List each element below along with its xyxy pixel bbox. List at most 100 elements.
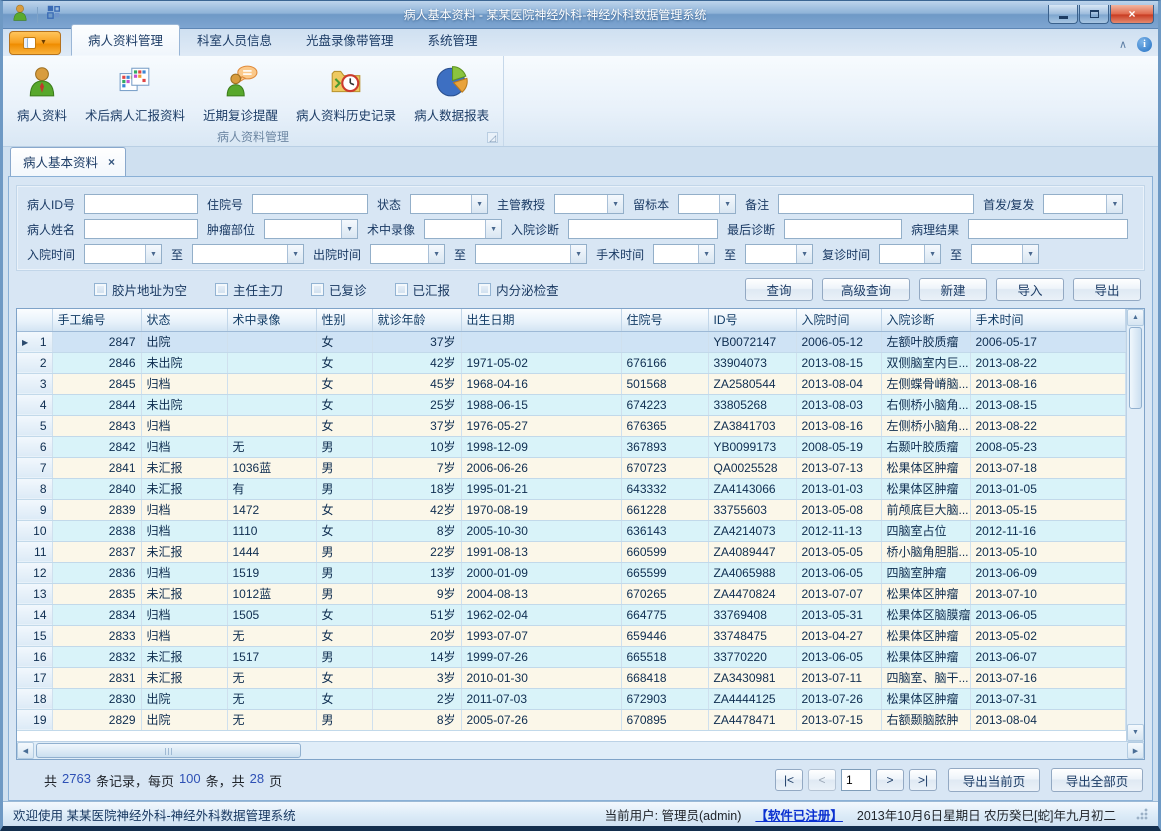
row-indicator[interactable]: 7 [17, 457, 52, 478]
cell-id-no[interactable]: 33770220 [708, 646, 796, 667]
specimen-kept-combo[interactable]: ▼ [678, 194, 736, 214]
cell-admission-date[interactable]: 2006-05-12 [796, 331, 881, 352]
cell-manual-no[interactable]: 2830 [52, 688, 141, 709]
cell-gender[interactable]: 女 [316, 415, 372, 436]
cell-hospital-no[interactable]: 676166 [621, 352, 708, 373]
column-header-surgery-video[interactable]: 术中录像 [227, 309, 316, 331]
cell-surgery-video[interactable] [227, 352, 316, 373]
app-logo-icon[interactable] [11, 3, 29, 26]
cell-surgery-date[interactable]: 2013-08-16 [970, 373, 1126, 394]
advanced-query-button[interactable]: 高级查询 [822, 278, 910, 301]
ribbon-tab-patient-management[interactable]: 病人资料管理 [71, 24, 180, 56]
cell-hospital-no[interactable]: 659446 [621, 625, 708, 646]
cell-birth-date[interactable]: 1998-12-09 [461, 436, 621, 457]
cell-surgery-date[interactable]: 2013-06-05 [970, 604, 1126, 625]
cell-surgery-date[interactable]: 2012-11-16 [970, 520, 1126, 541]
dialog-launcher-icon[interactable]: ◿ [487, 132, 498, 143]
cell-birth-date[interactable]: 1988-06-15 [461, 394, 621, 415]
admission-diagnosis-input[interactable] [568, 219, 718, 239]
cell-birth-date[interactable]: 2000-01-09 [461, 562, 621, 583]
table-row[interactable]: 112837未汇报1444男22岁1991-08-13660599ZA40894… [17, 541, 1126, 562]
chevron-down-icon[interactable]: ▼ [719, 195, 735, 213]
minimize-button[interactable] [1048, 5, 1078, 24]
cell-surgery-video[interactable]: 1036蓝 [227, 457, 316, 478]
cell-status[interactable]: 未汇报 [141, 646, 227, 667]
cell-hospital-no[interactable]: 665599 [621, 562, 708, 583]
patient-name-input[interactable] [84, 219, 198, 239]
cell-admission-diagnosis[interactable]: 左侧桥小脑角... [881, 415, 970, 436]
column-header-admission-diagnosis[interactable]: 入院诊断 [881, 309, 970, 331]
table-row[interactable]: 132835未汇报1012蓝男9岁2004-08-13670265ZA44708… [17, 583, 1126, 604]
cell-admission-date[interactable]: 2008-05-19 [796, 436, 881, 457]
cell-manual-no[interactable]: 2833 [52, 625, 141, 646]
chief-professor-combo[interactable]: ▼ [554, 194, 624, 214]
cell-birth-date[interactable]: 2005-10-30 [461, 520, 621, 541]
cell-admission-diagnosis[interactable]: 松果体区脑膜瘤 [881, 604, 970, 625]
cell-gender[interactable]: 男 [316, 646, 372, 667]
last-page-button[interactable]: >| [909, 769, 937, 791]
cell-surgery-video[interactable]: 1012蓝 [227, 583, 316, 604]
query-button[interactable]: 查询 [745, 278, 813, 301]
history-records-button[interactable]: 病人资料历史记录 [288, 61, 404, 127]
chevron-down-icon[interactable]: ▼ [145, 245, 161, 263]
cell-surgery-date[interactable]: 2013-06-09 [970, 562, 1126, 583]
cell-manual-no[interactable]: 2841 [52, 457, 141, 478]
cell-surgery-video[interactable] [227, 373, 316, 394]
cell-gender[interactable]: 男 [316, 709, 372, 730]
cell-birth-date[interactable]: 2010-01-30 [461, 667, 621, 688]
cell-surgery-video[interactable]: 无 [227, 709, 316, 730]
cell-surgery-date[interactable]: 2006-05-17 [970, 331, 1126, 352]
chevron-down-icon[interactable]: ▼ [485, 220, 501, 238]
tab-close-icon[interactable]: × [108, 155, 115, 169]
first-or-recurrence-combo[interactable]: ▼ [1043, 194, 1123, 214]
column-header-id-no[interactable]: ID号 [708, 309, 796, 331]
cell-hospital-no[interactable]: 501568 [621, 373, 708, 394]
cell-admission-diagnosis[interactable]: 松果体区肿瘤 [881, 457, 970, 478]
cell-manual-no[interactable]: 2832 [52, 646, 141, 667]
cell-admission-diagnosis[interactable]: 松果体区肿瘤 [881, 646, 970, 667]
cell-surgery-video[interactable]: 1519 [227, 562, 316, 583]
cell-surgery-date[interactable]: 2013-01-05 [970, 478, 1126, 499]
cell-surgery-video[interactable] [227, 394, 316, 415]
cell-admission-diagnosis[interactable]: 四脑室肿瘤 [881, 562, 970, 583]
cell-visit-age[interactable]: 20岁 [372, 625, 461, 646]
cell-visit-age[interactable]: 37岁 [372, 415, 461, 436]
cell-birth-date[interactable]: 1971-05-02 [461, 352, 621, 373]
cell-id-no[interactable]: ZA4214073 [708, 520, 796, 541]
row-indicator[interactable]: 13 [17, 583, 52, 604]
prev-page-button[interactable]: < [808, 769, 836, 791]
cell-surgery-date[interactable]: 2013-07-16 [970, 667, 1126, 688]
cell-visit-age[interactable]: 8岁 [372, 520, 461, 541]
row-indicator[interactable]: 8 [17, 478, 52, 499]
cell-admission-diagnosis[interactable]: 右额颞脑脓肿 [881, 709, 970, 730]
vertical-scroll-track[interactable] [1127, 410, 1144, 724]
cell-surgery-video[interactable]: 1110 [227, 520, 316, 541]
table-row[interactable]: 122836归档1519男13岁2000-01-09665599ZA406598… [17, 562, 1126, 583]
cell-surgery-date[interactable]: 2013-05-15 [970, 499, 1126, 520]
cell-surgery-video[interactable]: 1444 [227, 541, 316, 562]
cell-id-no[interactable]: ZA2580544 [708, 373, 796, 394]
cell-hospital-no[interactable]: 670723 [621, 457, 708, 478]
table-row[interactable]: 182830出院无女2岁2011-07-03672903ZA4444125201… [17, 688, 1126, 709]
row-indicator[interactable]: 17 [17, 667, 52, 688]
pathology-result-input[interactable] [968, 219, 1128, 239]
table-row[interactable]: 172831未汇报无女3岁2010-01-30668418ZA343098120… [17, 667, 1126, 688]
cell-hospital-no[interactable]: 672903 [621, 688, 708, 709]
cell-visit-age[interactable]: 45岁 [372, 373, 461, 394]
hospital-no-input[interactable] [252, 194, 368, 214]
chevron-down-icon[interactable]: ▼ [796, 245, 812, 263]
table-row[interactable]: 192829出院无男8岁2005-07-26670895ZA4478471201… [17, 709, 1126, 730]
row-indicator[interactable]: 18 [17, 688, 52, 709]
patient-id-input[interactable] [84, 194, 198, 214]
cell-status[interactable]: 出院 [141, 709, 227, 730]
cell-visit-age[interactable]: 3岁 [372, 667, 461, 688]
cell-surgery-date[interactable]: 2013-05-10 [970, 541, 1126, 562]
cell-hospital-no[interactable]: 643332 [621, 478, 708, 499]
ribbon-tab-system-management[interactable]: 系统管理 [411, 24, 495, 56]
cell-hospital-no[interactable]: 670265 [621, 583, 708, 604]
cell-surgery-date[interactable]: 2013-07-10 [970, 583, 1126, 604]
collapse-ribbon-icon[interactable]: ∧ [1119, 38, 1127, 51]
cell-status[interactable]: 未出院 [141, 394, 227, 415]
column-header-visit-age[interactable]: 就诊年龄 [372, 309, 461, 331]
cell-admission-diagnosis[interactable]: 左侧蝶骨嵴脑... [881, 373, 970, 394]
